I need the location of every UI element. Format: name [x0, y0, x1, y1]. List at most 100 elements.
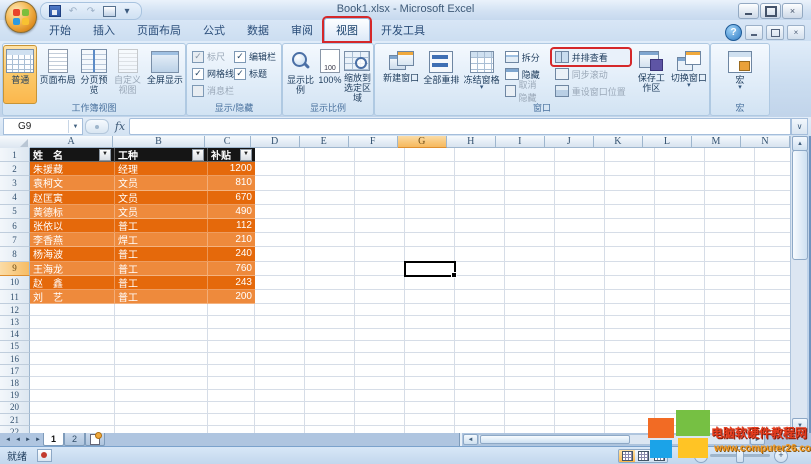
view-side-by-side-button[interactable]: 并排查看: [552, 49, 630, 65]
new-window-button[interactable]: 新建窗口: [381, 45, 421, 104]
macro-record-button[interactable]: [37, 449, 52, 462]
cell-job[interactable]: 普工: [115, 262, 208, 276]
row-header-7[interactable]: 7: [0, 233, 30, 247]
filter-dropdown-button[interactable]: ▼: [192, 149, 204, 161]
cell-name[interactable]: 张依以: [30, 219, 115, 233]
reset-window-position-button[interactable]: 重设窗口位置: [552, 83, 630, 99]
column-header-J[interactable]: J: [545, 136, 594, 148]
close-button[interactable]: ×: [782, 3, 803, 19]
filter-dropdown-button[interactable]: ▼: [99, 149, 111, 161]
zoom-out-button[interactable]: −: [694, 449, 708, 463]
name-box-dropdown-icon[interactable]: ▼: [68, 120, 82, 133]
row-header-21[interactable]: 21: [0, 414, 30, 426]
ribbon-tab-5[interactable]: 数据: [236, 19, 280, 41]
workbook-minimize-button[interactable]: [745, 25, 763, 40]
row-header-17[interactable]: 17: [0, 365, 30, 377]
page-layout-view-shortcut[interactable]: [635, 450, 651, 462]
maximize-button[interactable]: [760, 3, 781, 19]
cell-job[interactable]: 文员: [115, 191, 208, 205]
column-header-C[interactable]: C: [205, 136, 251, 148]
minimize-button[interactable]: [738, 3, 759, 19]
cell-name[interactable]: 赵 鑫: [30, 276, 115, 290]
selected-cell-G9[interactable]: [404, 261, 456, 277]
page-layout-view-button[interactable]: 页面布局: [37, 45, 77, 104]
office-button[interactable]: [5, 1, 37, 33]
filter-dropdown-button[interactable]: ▼: [240, 149, 252, 161]
last-sheet-button[interactable]: ►: [33, 433, 43, 446]
ribbon-tab-1[interactable]: 开始: [38, 19, 82, 41]
page-break-preview-button[interactable]: 分页预览: [78, 45, 111, 104]
workbook-restore-button[interactable]: [766, 25, 784, 40]
ribbon-tab-7[interactable]: 视图: [324, 18, 370, 41]
message-bar-checkbox[interactable]: 消息栏: [192, 83, 234, 98]
ruler-checkbox[interactable]: ✓ 标尺: [192, 49, 225, 64]
insert-function-button[interactable]: fx: [111, 119, 129, 134]
cell-subsidy[interactable]: 670: [208, 191, 255, 205]
ribbon-tab-6[interactable]: 审阅: [280, 19, 324, 41]
column-header-H[interactable]: H: [447, 136, 496, 148]
cell-name[interactable]: 袁柯文: [30, 176, 115, 190]
name-box[interactable]: G9 ▼: [3, 118, 83, 135]
formula-bar-expand-button[interactable]: ∨: [791, 118, 808, 135]
cell-job[interactable]: 普工: [115, 276, 208, 290]
sheet-tab-1[interactable]: 1: [43, 433, 64, 446]
cell-subsidy[interactable]: 210: [208, 233, 255, 247]
vertical-scrollbar[interactable]: ▲ ▼: [790, 136, 807, 433]
cell-subsidy[interactable]: 1200: [208, 162, 255, 176]
column-header-D[interactable]: D: [251, 136, 300, 148]
cell-subsidy[interactable]: 240: [208, 247, 255, 261]
next-sheet-button[interactable]: ►: [23, 433, 33, 446]
row-header-8[interactable]: 8: [0, 247, 30, 261]
zoom-to-selection-button[interactable]: 缩放到选定区域: [342, 45, 373, 104]
horizontal-scrollbar[interactable]: [478, 434, 750, 445]
switch-windows-button[interactable]: 切换窗口 ▾: [669, 45, 709, 104]
help-button[interactable]: ?: [725, 24, 742, 41]
headings-checkbox[interactable]: ✓ 标题: [234, 66, 267, 81]
row-header-16[interactable]: 16: [0, 353, 30, 365]
row-header-14[interactable]: 14: [0, 329, 30, 341]
header-cell-job[interactable]: 工种▼: [115, 148, 208, 162]
row-header-11[interactable]: 11: [0, 290, 30, 304]
formula-bar-checkbox[interactable]: ✓ 编辑栏: [234, 49, 276, 64]
row-header-2[interactable]: 2: [0, 162, 30, 176]
row-header-3[interactable]: 3: [0, 176, 30, 190]
cell-job[interactable]: 经理: [115, 162, 208, 176]
zoom-in-button[interactable]: +: [774, 449, 788, 463]
cell-job[interactable]: 文员: [115, 205, 208, 219]
cell-job[interactable]: 普工: [115, 247, 208, 261]
column-header-B[interactable]: B: [113, 136, 204, 148]
row-header-10[interactable]: 10: [0, 276, 30, 290]
row-header-19[interactable]: 19: [0, 390, 30, 402]
cell-name[interactable]: 赵匡寅: [30, 191, 115, 205]
first-sheet-button[interactable]: ◄: [3, 433, 13, 446]
row-header-1[interactable]: 1: [0, 148, 30, 162]
row-header-20[interactable]: 20: [0, 402, 30, 414]
vertical-scroll-thumb[interactable]: [792, 150, 808, 260]
freeze-panes-button[interactable]: 冻结窗格 ▾: [462, 45, 502, 104]
formula-input[interactable]: [129, 118, 791, 135]
ribbon-tab-3[interactable]: 页面布局: [126, 19, 192, 41]
column-header-F[interactable]: F: [349, 136, 398, 148]
row-header-5[interactable]: 5: [0, 205, 30, 219]
cell-name[interactable]: 李香燕: [30, 233, 115, 247]
column-header-K[interactable]: K: [594, 136, 643, 148]
hscroll-right-button[interactable]: ►: [750, 434, 765, 445]
zoom-slider-thumb[interactable]: [736, 449, 744, 463]
ribbon-tab-8[interactable]: 开发工具: [370, 19, 436, 41]
insert-worksheet-tab[interactable]: [85, 433, 105, 446]
cell-name[interactable]: 王海龙: [30, 262, 115, 276]
zoom-100-button[interactable]: 100 100%: [318, 45, 342, 104]
ribbon-tab-4[interactable]: 公式: [192, 19, 236, 41]
header-cell-name[interactable]: 姓 名▼: [30, 148, 115, 162]
save-workspace-button[interactable]: 保存工作区: [634, 45, 669, 104]
split-button[interactable]: 拆分: [502, 49, 548, 65]
normal-view-shortcut[interactable]: [619, 450, 635, 462]
column-header-A[interactable]: A: [30, 136, 113, 148]
column-header-L[interactable]: L: [643, 136, 692, 148]
cell-subsidy[interactable]: 243: [208, 276, 255, 290]
row-header-18[interactable]: 18: [0, 377, 30, 389]
cell-subsidy[interactable]: 112: [208, 219, 255, 233]
hscroll-left-button[interactable]: ◄: [463, 434, 478, 445]
cell-subsidy[interactable]: 200: [208, 290, 255, 304]
row-header-13[interactable]: 13: [0, 316, 30, 328]
